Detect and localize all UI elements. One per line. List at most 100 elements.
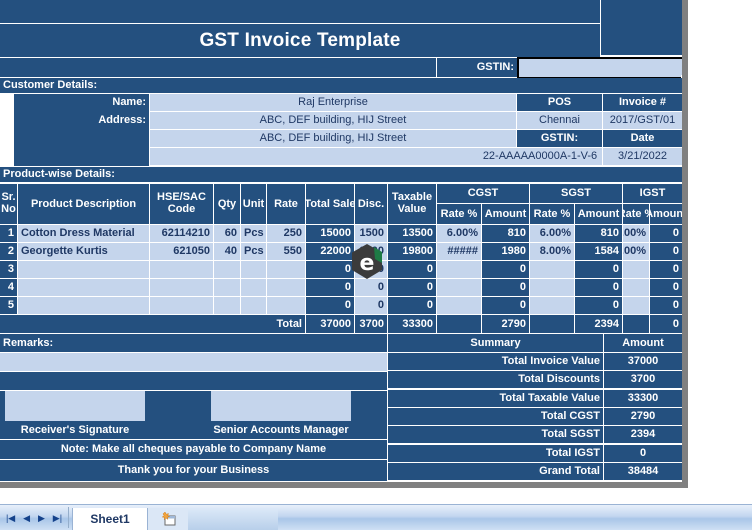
cell-row1-sgst-rate[interactable]: 6.00% (530, 225, 574, 242)
cell-row5-cgst-rate[interactable] (437, 297, 481, 314)
cell-row1-igst-amt[interactable]: 0 (650, 225, 682, 242)
cell-row5-qty[interactable] (214, 297, 240, 314)
cell-row3-sgst-amt[interactable]: 0 (575, 261, 622, 278)
cell-row1-desc[interactable]: Cotton Dress Material (18, 225, 149, 242)
cell-row4-total-sale[interactable]: 0 (306, 279, 354, 296)
manager-signature-box[interactable] (211, 391, 351, 421)
cell-row2-igst-amt[interactable]: 0 (650, 243, 682, 260)
cell-row4-cgst-amt[interactable]: 0 (482, 279, 529, 296)
cell-row4-unit[interactable] (241, 279, 266, 296)
cell-row4-rate[interactable] (267, 279, 305, 296)
remarks-value[interactable] (0, 353, 387, 371)
cell-row1-igst-rate[interactable]: 0.00% (623, 225, 649, 242)
cell-row2-igst-rate[interactable]: 0.00% (623, 243, 649, 260)
cell-row1-sgst-amt[interactable]: 810 (575, 225, 622, 242)
cell-row5-rate[interactable] (267, 297, 305, 314)
cell-row2-unit[interactable]: Pcs (241, 243, 266, 260)
pos-value[interactable]: Chennai (517, 112, 602, 129)
cell-row3-igst-amt[interactable]: 0 (650, 261, 682, 278)
cell-row5-igst-amt[interactable]: 0 (650, 297, 682, 314)
col-header-igst: IGST (623, 184, 682, 203)
cell-row5-igst-rate[interactable] (623, 297, 649, 314)
cell-row5-taxable[interactable]: 0 (388, 297, 436, 314)
last-sheet-arrow-icon[interactable]: ▶| (53, 513, 62, 523)
cell-row1-total-sale[interactable]: 15000 (306, 225, 354, 242)
customer-address-line3[interactable] (150, 148, 516, 165)
cell-row5-sgst-amt[interactable]: 0 (575, 297, 622, 314)
cell-row3-sr[interactable]: 3 (0, 261, 17, 278)
summary-label-2: Total Taxable Value (388, 390, 603, 407)
cell-row5-code[interactable] (150, 297, 213, 314)
cell-row4-igst-rate[interactable] (623, 279, 649, 296)
cell-row3-unit[interactable] (241, 261, 266, 278)
next-sheet-arrow-icon[interactable]: ▶ (38, 513, 45, 523)
cell-row2-sgst-amt[interactable]: 1584 (575, 243, 622, 260)
cell-row5-sr[interactable]: 5 (0, 297, 17, 314)
cell-row2-disc[interactable]: 2200 (355, 243, 387, 260)
cell-row1-taxable[interactable]: 13500 (388, 225, 436, 242)
cell-row1-rate[interactable]: 250 (267, 225, 305, 242)
seller-gstin-label: GSTIN: (517, 130, 602, 147)
cell-row4-taxable[interactable]: 0 (388, 279, 436, 296)
cell-row3-disc[interactable]: 0 (355, 261, 387, 278)
cell-row4-sgst-amt[interactable]: 0 (575, 279, 622, 296)
previous-sheet-arrow-icon[interactable]: ◀ (23, 513, 30, 523)
left-margin-col (0, 94, 13, 166)
cell-row3-cgst-rate[interactable] (437, 261, 481, 278)
cell-row4-sgst-rate[interactable] (530, 279, 574, 296)
cell-row4-code[interactable] (150, 279, 213, 296)
cell-row2-rate[interactable]: 550 (267, 243, 305, 260)
cell-row3-cgst-amt[interactable]: 0 (482, 261, 529, 278)
cell-row2-cgst-amt[interactable]: 1980 (482, 243, 529, 260)
customer-address-line2[interactable]: ABC, DEF building, HIJ Street (150, 130, 516, 147)
cell-row4-sr[interactable]: 4 (0, 279, 17, 296)
cell-row4-desc[interactable] (18, 279, 149, 296)
cell-row2-code[interactable]: 621050 (150, 243, 213, 260)
cell-row3-taxable[interactable]: 0 (388, 261, 436, 278)
customer-address-line1[interactable]: ABC, DEF building, HIJ Street (150, 112, 516, 129)
seller-gstin-value[interactable]: 22-AAAAA0000A-1-V-6 (478, 148, 602, 165)
cell-row3-desc[interactable] (18, 261, 149, 278)
cell-row5-total-sale[interactable]: 0 (306, 297, 354, 314)
invoice-date-value[interactable]: 3/21/2022 (603, 148, 682, 165)
cell-row2-qty[interactable]: 40 (214, 243, 240, 260)
cell-row2-total-sale[interactable]: 22000 (306, 243, 354, 260)
cell-row1-unit[interactable]: Pcs (241, 225, 266, 242)
new-sheet-tab-button[interactable] (148, 508, 188, 530)
cell-row2-sr[interactable]: 2 (0, 243, 17, 260)
cell-row1-sr[interactable]: 1 (0, 225, 17, 242)
customer-name-value[interactable]: Raj Enterprise (150, 94, 516, 111)
cell-row3-qty[interactable] (214, 261, 240, 278)
cell-row5-disc[interactable]: 0 (355, 297, 387, 314)
cell-row3-code[interactable] (150, 261, 213, 278)
sheet-tab-sheet1[interactable]: Sheet1 (72, 508, 148, 530)
cell-row1-cgst-rate[interactable]: 6.00% (437, 225, 481, 242)
cell-row1-qty[interactable]: 60 (214, 225, 240, 242)
cell-row1-disc[interactable]: 1500 (355, 225, 387, 242)
cell-row5-desc[interactable] (18, 297, 149, 314)
cell-row4-cgst-rate[interactable] (437, 279, 481, 296)
cell-row3-rate[interactable] (267, 261, 305, 278)
cell-row4-disc[interactable]: 0 (355, 279, 387, 296)
cell-row2-desc[interactable]: Georgette Kurtis (18, 243, 149, 260)
cell-row5-sgst-rate[interactable] (530, 297, 574, 314)
sheet-tab-bar[interactable]: |◀ ◀ ▶ ▶| Sheet1 (0, 504, 752, 530)
sheet-navigation-buttons[interactable]: |◀ ◀ ▶ ▶| (2, 511, 66, 525)
invoice-number-value[interactable]: 2017/GST/01 (603, 112, 682, 129)
cell-row2-taxable[interactable]: 19800 (388, 243, 436, 260)
cell-row4-igst-amt[interactable]: 0 (650, 279, 682, 296)
cell-row3-sgst-rate[interactable] (530, 261, 574, 278)
cell-row2-cgst-rate[interactable]: ##### (437, 243, 481, 260)
cell-row4-qty[interactable] (214, 279, 240, 296)
cell-row5-cgst-amt[interactable]: 0 (482, 297, 529, 314)
cell-row1-cgst-amt[interactable]: 810 (482, 225, 529, 242)
worksheet-area[interactable]: GST Invoice Template GSTIN: Customer Det… (0, 0, 688, 488)
cell-row5-unit[interactable] (241, 297, 266, 314)
cell-row3-total-sale[interactable]: 0 (306, 261, 354, 278)
receiver-signature-box[interactable] (5, 391, 145, 421)
cell-row3-igst-rate[interactable] (623, 261, 649, 278)
cell-row2-sgst-rate[interactable]: 8.00% (530, 243, 574, 260)
receiver-signature-label: Receiver's Signature (5, 422, 145, 439)
first-sheet-arrow-icon[interactable]: |◀ (6, 513, 15, 523)
cell-row1-code[interactable]: 62114210 (150, 225, 213, 242)
